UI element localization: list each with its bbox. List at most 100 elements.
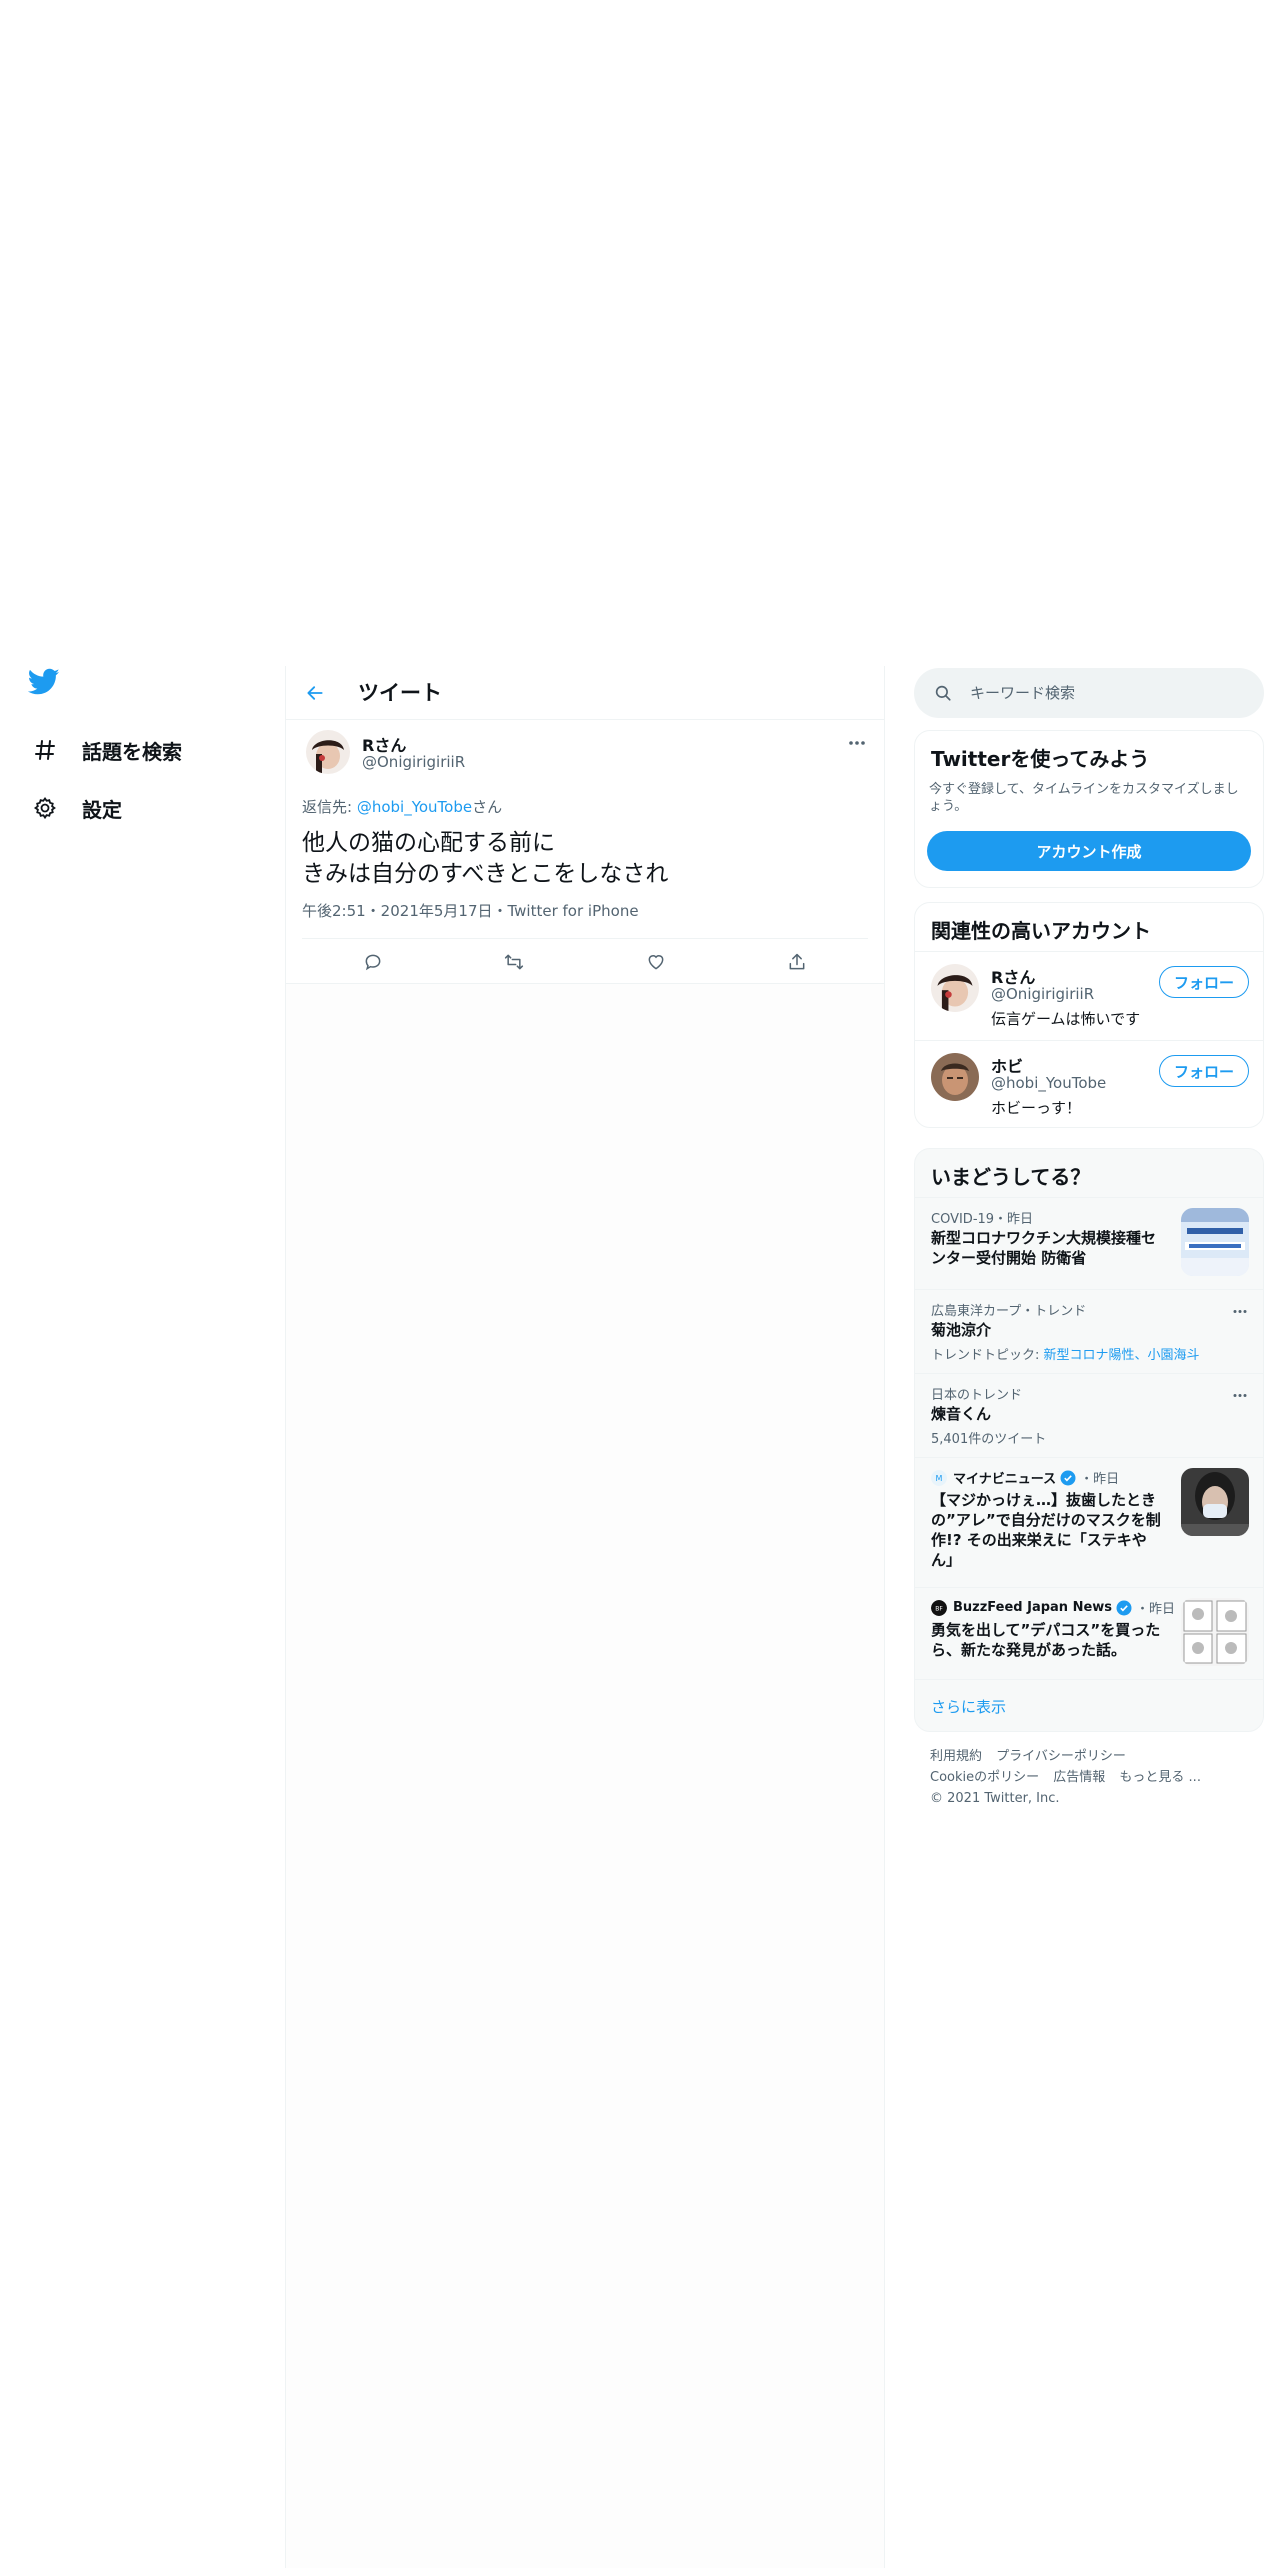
- news-source-name: BuzzFeed Japan News: [953, 1600, 1113, 1615]
- trend-title: 菊池涼介: [931, 1321, 992, 1339]
- trend-topics-links[interactable]: 新型コロナ陽性、小園海斗: [1044, 1348, 1200, 1363]
- svg-text:BF: BF: [935, 1605, 943, 1612]
- news-headline-line: 勇気を出して”デパコス”を買った: [931, 1621, 1161, 1639]
- tweet-detail: Rさん @OnigirigiriiR 返信先: @hobi_YouTobeさん …: [286, 720, 884, 984]
- show-more-row[interactable]: さらに表示: [915, 1679, 1263, 1731]
- gear-icon: [30, 793, 60, 823]
- create-account-button[interactable]: アカウント作成: [927, 831, 1251, 871]
- related-accounts-card: 関連性の高いアカウント Rさん @OnigirigiriiR 伝言ゲームは怖いで…: [914, 902, 1264, 1128]
- footer-link-ads[interactable]: 広告情報: [1053, 1770, 1105, 1785]
- related-account[interactable]: Rさん @OnigirigiriiR 伝言ゲームは怖いです フォロー: [915, 951, 1263, 1039]
- retweet-icon[interactable]: [494, 942, 534, 982]
- news-headline-line: ら、新たな発見があった話。: [931, 1641, 1127, 1659]
- news-headline-line: 作!? その出来栄えに「ステキや: [931, 1531, 1147, 1549]
- trend-item[interactable]: COVID-19・昨日 新型コロナワクチン大規模接種セ ンター受付開始 防衛省: [915, 1197, 1263, 1289]
- trend-item[interactable]: 日本のトレンド 煉音くん 5,401件のツイート: [915, 1373, 1263, 1457]
- trend-topics: トレンドトピック: 新型コロナ陽性、小園海斗: [931, 1344, 1200, 1363]
- more-icon[interactable]: [1227, 1382, 1253, 1408]
- news-headline-line: ん」: [931, 1551, 962, 1569]
- related-title: 関連性の高いアカウント: [931, 919, 1151, 943]
- avatar[interactable]: [931, 1053, 979, 1101]
- tweet-timestamp[interactable]: 午後2:51・2021年5月17日・Twitter for iPhone: [302, 900, 639, 921]
- signup-description: 今すぐ登録して、タイムラインをカスタマイズしましょう。: [929, 782, 1239, 814]
- account-bio: 伝言ゲームは怖いです: [991, 1010, 1141, 1028]
- news-headline-line: の”アレ”で自分だけのマスクを制: [931, 1511, 1161, 1529]
- news-source-row: M マイナビニュース ・昨日: [931, 1468, 1119, 1487]
- footer-link-cookie[interactable]: Cookieのポリシー: [930, 1770, 1039, 1785]
- trends-card: いまどうしてる？ COVID-19・昨日 新型コロナワクチン大規模接種セ ンター…: [914, 1148, 1264, 1732]
- reply-suffix: さん: [472, 798, 503, 816]
- news-headline: 勇気を出して”デパコス”を買った ら、新たな発見があった話。: [931, 1620, 1161, 1660]
- reply-to-line: 返信先: @hobi_YouTobeさん: [302, 796, 502, 817]
- trend-context: 広島東洋カープ・トレンド: [931, 1304, 1087, 1319]
- svg-text:M: M: [936, 1474, 943, 1483]
- reply-icon[interactable]: [353, 942, 393, 982]
- hashtag-icon: [30, 735, 60, 765]
- trend-topics-prefix: トレンドトピック:: [931, 1348, 1044, 1363]
- copyright: © 2021 Twitter, Inc.: [930, 1791, 1060, 1806]
- news-item[interactable]: BF BuzzFeed Japan News ・昨日 勇気を出して”デパコス”を…: [915, 1587, 1263, 1679]
- search-bar[interactable]: [914, 668, 1264, 718]
- search-icon: [932, 682, 954, 704]
- trend-title-line: ンター受付開始 防衛省: [931, 1249, 1087, 1267]
- like-icon[interactable]: [636, 942, 676, 982]
- news-time: ・昨日: [1136, 1602, 1176, 1617]
- avatar[interactable]: [931, 964, 979, 1012]
- account-handle: @hobi_YouTobe: [991, 1074, 1107, 1092]
- tweet-text: 他人の猫の心配する前に きみは自分のすべきとこをしなされ: [302, 828, 668, 890]
- trend-item[interactable]: 広島東洋カープ・トレンド 菊池涼介 トレンドトピック: 新型コロナ陽性、小園海斗: [915, 1289, 1263, 1373]
- verified-badge-icon: [1060, 1470, 1076, 1485]
- search-input[interactable]: [970, 684, 1230, 702]
- trend-tweet-count: 5,401件のツイート: [931, 1432, 1047, 1447]
- nav-settings[interactable]: 設定: [30, 788, 122, 828]
- signup-title: Twitterを使ってみよう: [931, 747, 1150, 771]
- main-column: ツイート Rさん @OnigirigiriiR 返信先: @hobi_YouTo…: [285, 666, 885, 2568]
- footer-link-privacy[interactable]: プライバシーポリシー: [996, 1749, 1126, 1764]
- trend-title: 煉音くん: [931, 1405, 992, 1423]
- account-bio: ホビーっす！: [991, 1099, 1082, 1117]
- news-source-row: BF BuzzFeed Japan News ・昨日: [931, 1598, 1175, 1617]
- verified-badge-icon: [1116, 1600, 1132, 1615]
- related-account[interactable]: ホビ @hobi_YouTobe ホビーっす！ フォロー: [915, 1040, 1263, 1127]
- follow-button[interactable]: フォロー: [1159, 966, 1249, 998]
- back-arrow-icon[interactable]: [300, 678, 330, 708]
- trend-thumbnail: [1181, 1208, 1249, 1276]
- tweet-author-handle[interactable]: @OnigirigiriiR: [362, 753, 465, 771]
- reply-prefix: 返信先:: [302, 798, 357, 816]
- tweet-actions: [302, 938, 868, 984]
- page-title: ツイート: [358, 681, 442, 705]
- news-thumbnail: [1181, 1598, 1249, 1666]
- avatar[interactable]: [306, 730, 350, 774]
- follow-button[interactable]: フォロー: [1159, 1055, 1249, 1087]
- show-more-link[interactable]: さらに表示: [931, 1696, 1006, 1717]
- nav-settings-label: 設定: [82, 797, 122, 822]
- trend-title: 新型コロナワクチン大規模接種セ ンター受付開始 防衛省: [931, 1228, 1156, 1268]
- footer-link-terms[interactable]: 利用規約: [930, 1749, 982, 1764]
- trend-context: 日本のトレンド: [931, 1388, 1023, 1403]
- tweet-text-line: 他人の猫の心配する前に: [302, 830, 555, 856]
- nav-explore-label: 話題を検索: [82, 739, 182, 764]
- news-time: ・昨日: [1080, 1472, 1120, 1487]
- more-icon[interactable]: [844, 730, 870, 756]
- news-headline: 【マジかっけぇ…】抜歯したとき の”アレ”で自分だけのマスクを制 作!? その出…: [931, 1490, 1161, 1570]
- account-handle: @OnigirigiriiR: [991, 985, 1095, 1003]
- trend-context: COVID-19・昨日: [931, 1212, 1034, 1227]
- more-icon[interactable]: [1227, 1298, 1253, 1324]
- footer-links: 利用規約 プライバシーポリシー Cookieのポリシー 広告情報 もっと見る .…: [930, 1746, 1250, 1809]
- news-item[interactable]: M マイナビニュース ・昨日 【マジかっけぇ…】抜歯したとき の”アレ”で自分だ…: [915, 1457, 1263, 1587]
- tweet-text-line: きみは自分のすべきとこをしなされ: [302, 861, 669, 887]
- share-icon[interactable]: [777, 942, 817, 982]
- trends-title: いまどうしてる？: [931, 1165, 1091, 1189]
- twitter-bird-icon[interactable]: [27, 668, 66, 700]
- footer-link-more[interactable]: もっと見る ...: [1119, 1770, 1201, 1785]
- tweet-header: ツイート: [286, 666, 884, 720]
- trend-title-line: 新型コロナワクチン大規模接種セ: [931, 1229, 1157, 1247]
- nav-explore[interactable]: 話題を検索: [30, 730, 182, 770]
- news-thumbnail: [1181, 1468, 1249, 1536]
- news-source-icon: BF: [931, 1599, 947, 1616]
- news-source-name: マイナビニュース: [953, 1472, 1057, 1487]
- reply-to-link[interactable]: @hobi_YouTobe: [357, 798, 472, 816]
- news-source-icon: M: [931, 1469, 947, 1486]
- news-headline-line: 【マジかっけぇ…】抜歯したとき: [931, 1491, 1157, 1509]
- signup-card: Twitterを使ってみよう 今すぐ登録して、タイムラインをカスタマイズしましょ…: [914, 730, 1264, 888]
